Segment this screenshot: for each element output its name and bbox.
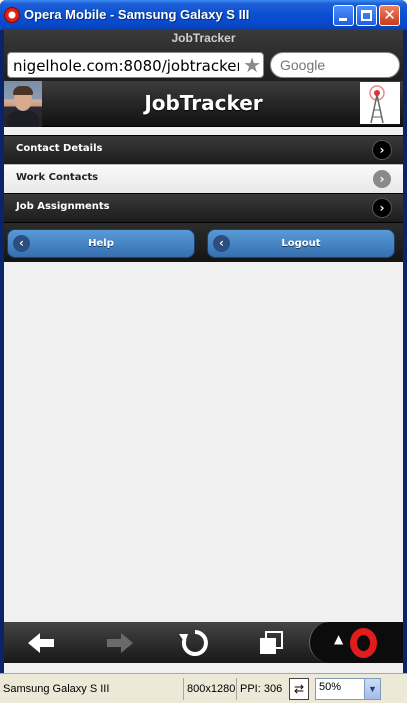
main-menu: Contact Details › Work Contacts › Job As… [4, 135, 403, 222]
browser-toolbar: ▲ [4, 622, 403, 663]
back-arrow-icon[interactable] [22, 626, 62, 660]
web-page: JobTracker Contact Details › Work Contac… [4, 81, 403, 621]
arrow-right-icon: › [373, 170, 391, 188]
page-title: JobTracker [144, 91, 263, 115]
menu-item-work-contacts[interactable]: Work Contacts › [4, 164, 403, 193]
opera-logo-icon [350, 628, 377, 658]
divider [236, 678, 237, 700]
search-field[interactable] [270, 52, 400, 78]
app-header: JobTracker [4, 81, 403, 127]
opera-app-icon [4, 7, 20, 23]
close-button[interactable]: ✕ [379, 5, 400, 26]
zoom-value: 50% [319, 681, 342, 693]
close-icon: ✕ [383, 6, 396, 24]
tabs-icon[interactable] [250, 626, 290, 660]
ppi-value: PPI: 306 [240, 683, 283, 695]
logout-button[interactable]: ‹ Logout [207, 229, 395, 258]
menu-item-label: Job Assignments [16, 201, 110, 212]
emulator-window: Opera Mobile - Samsung Galaxy S III ✕ Jo… [0, 0, 407, 703]
arrow-right-icon: › [373, 141, 391, 159]
arrow-right-icon: › [373, 199, 391, 217]
menu-item-label: Work Contacts [16, 172, 99, 183]
help-button[interactable]: ‹ Help [7, 229, 195, 258]
url-text[interactable]: nigelhole.com:8080/jobtracker/secu [13, 57, 239, 75]
search-input[interactable] [280, 57, 390, 73]
browser-client: JobTracker nigelhole.com:8080/jobtracker… [4, 30, 403, 673]
browser-header: JobTracker nigelhole.com:8080/jobtracker… [4, 30, 403, 81]
reload-icon[interactable] [175, 626, 215, 660]
back-circle-icon: ‹ [13, 235, 30, 252]
divider [183, 678, 184, 700]
menu-up-triangle-icon: ▲ [334, 632, 344, 646]
bookmark-star-icon[interactable]: ★ [243, 54, 261, 76]
minimize-icon [339, 18, 347, 21]
emulator-status-bar: Samsung Galaxy S III 800x1280 PPI: 306 ⇄… [0, 673, 407, 703]
radio-tower-logo-icon [360, 82, 400, 124]
title-bar[interactable]: Opera Mobile - Samsung Galaxy S III ✕ [0, 0, 407, 30]
rotate-device-icon[interactable]: ⇄ [289, 678, 309, 700]
back-circle-icon: ‹ [213, 235, 230, 252]
browser-page-title: JobTracker [171, 31, 236, 45]
footer-button-bar: ‹ Help ‹ Logout [4, 222, 403, 262]
address-bar[interactable]: nigelhole.com:8080/jobtracker/secu ★ [7, 52, 264, 78]
maximize-button[interactable] [356, 5, 377, 26]
zoom-select[interactable]: 50% ▼ [315, 678, 381, 700]
menu-item-contact-details[interactable]: Contact Details › [4, 135, 403, 164]
forward-arrow-icon[interactable] [99, 626, 139, 660]
menu-item-job-assignments[interactable]: Job Assignments › [4, 193, 403, 222]
opera-menu-button[interactable]: ▲ [309, 622, 403, 663]
help-button-label: Help [88, 238, 114, 249]
minimize-button[interactable] [333, 5, 354, 26]
chevron-down-icon[interactable]: ▼ [364, 679, 380, 699]
maximize-icon [361, 10, 372, 21]
logout-button-label: Logout [281, 238, 321, 249]
screen-resolution: 800x1280 [187, 683, 236, 695]
menu-item-label: Contact Details [16, 143, 103, 154]
window-title: Opera Mobile - Samsung Galaxy S III [24, 7, 250, 22]
device-name: Samsung Galaxy S III [3, 683, 110, 695]
